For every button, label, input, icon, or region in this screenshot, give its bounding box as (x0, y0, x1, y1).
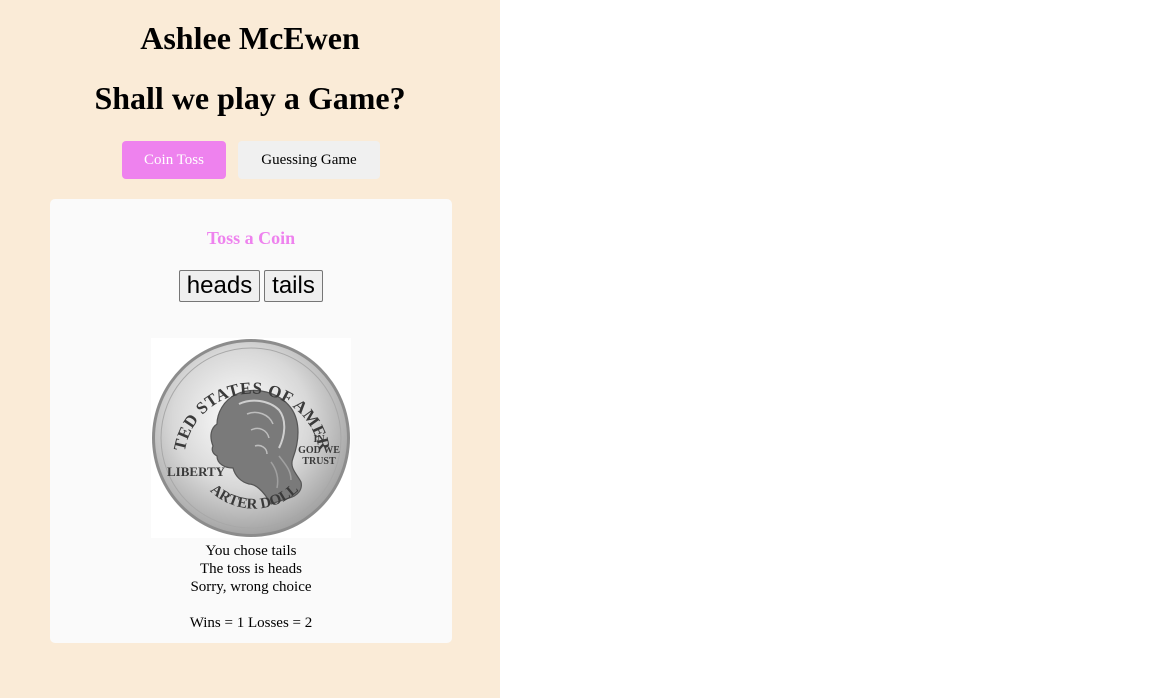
game-prompt-heading: Shall we play a Game? (94, 80, 406, 116)
quarter-coin-icon: UNITED STATES OF AMERICA LIBERTY IN GOD … (145, 323, 351, 538)
coin-motto-line-1: IN (313, 434, 325, 445)
toss-result-text: The toss is heads (199, 561, 303, 577)
tab-guessing-game[interactable]: Guessing Game (238, 141, 380, 179)
score-text: Wins = 1 Losses = 2 (189, 615, 313, 631)
author-name-heading: Ashlee McEwen (140, 20, 360, 56)
tails-button[interactable]: tails (264, 270, 323, 302)
coin-motto-line-2: GOD WE (298, 445, 340, 456)
coin-toss-title: Toss a Coin (206, 228, 296, 248)
coin-motto-line-3: TRUST (302, 456, 336, 467)
chosen-side-text: You chose tails (205, 543, 297, 559)
outcome-message: Sorry, wrong choice (190, 579, 312, 595)
tab-coin-toss[interactable]: Coin Toss (122, 141, 226, 179)
game-app: Ashlee McEwen Shall we play a Game? Coin… (0, 0, 500, 698)
coin-toss-panel: Toss a Coin heads tails TED STATES OF AM… (50, 199, 452, 643)
coin-liberty-inscription: LIBERTY (167, 464, 226, 479)
heads-button[interactable]: heads (179, 270, 260, 302)
